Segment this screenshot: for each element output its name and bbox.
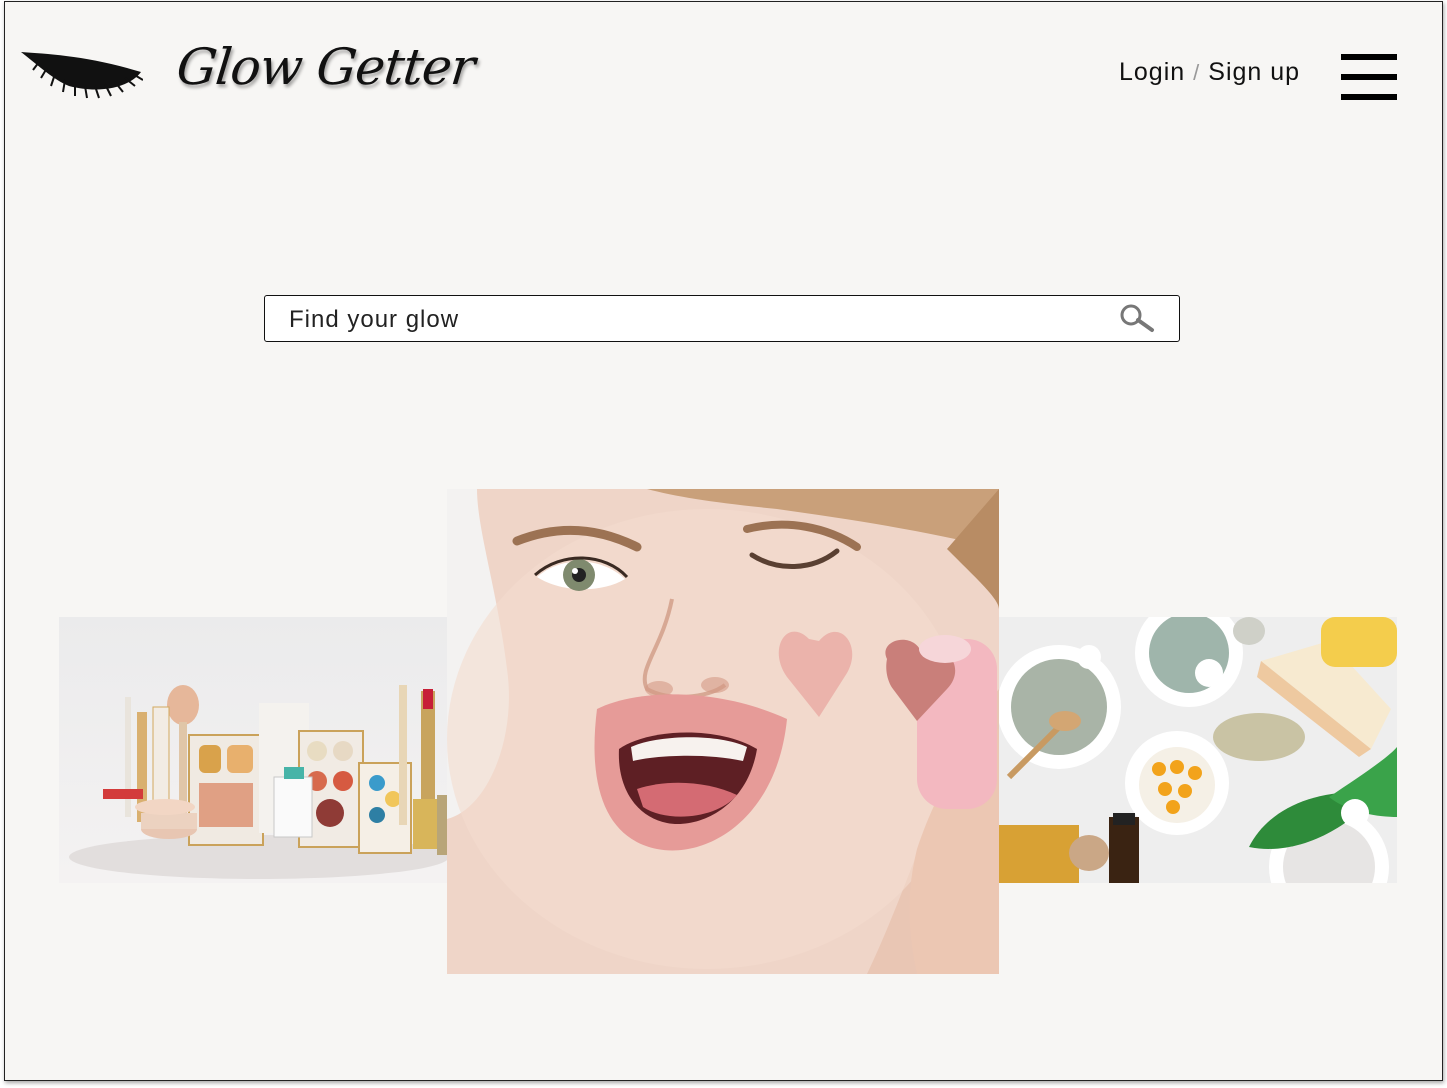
natural-skincare-image: [999, 617, 1397, 883]
makeup-products-image: [59, 617, 447, 883]
woman-blush-image: [447, 489, 999, 974]
signup-link[interactable]: Sign up: [1208, 58, 1300, 87]
brand-title[interactable]: Glow Getter: [174, 38, 477, 96]
search-icon[interactable]: [1119, 304, 1155, 334]
page-frame: Glow Getter Login / Sign up: [4, 1, 1443, 1081]
auth-separator: /: [1193, 59, 1201, 85]
auth-links: Login / Sign up: [1119, 58, 1300, 87]
hamburger-menu-icon[interactable]: [1341, 54, 1397, 100]
search-bar: [264, 295, 1180, 343]
login-link[interactable]: Login: [1119, 58, 1185, 87]
eyelash-logo-icon[interactable]: [19, 42, 144, 100]
search-input[interactable]: [287, 296, 1091, 343]
